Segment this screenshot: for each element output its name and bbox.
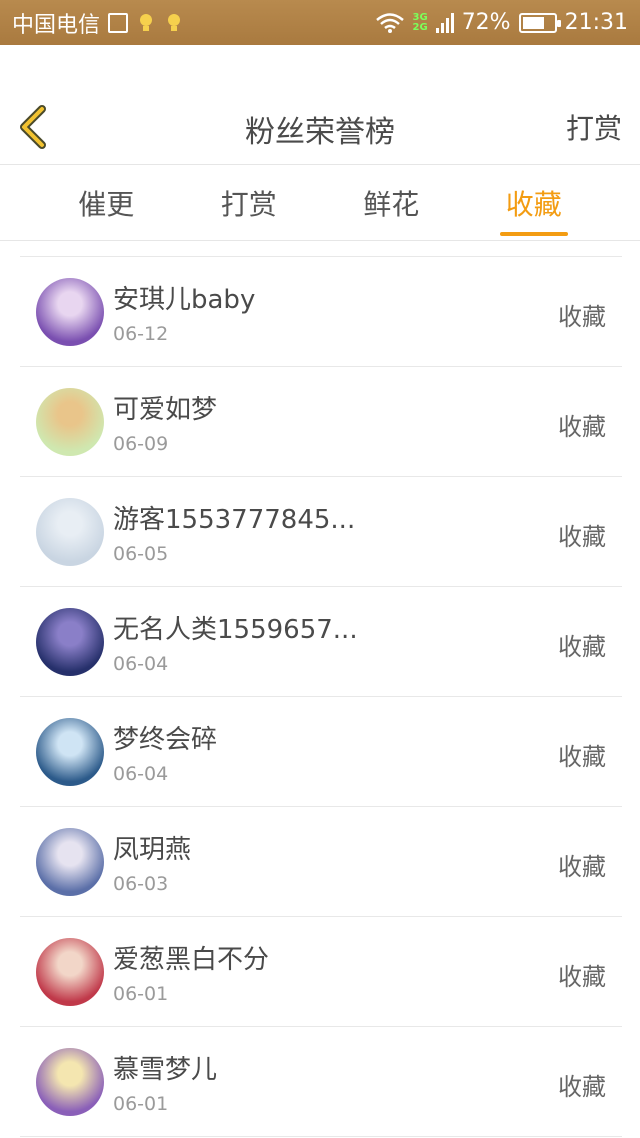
user-name: 梦终会碎 [113, 725, 218, 755]
tab-urge[interactable]: 催更 [72, 166, 140, 241]
user-name: 可爱如梦 [113, 395, 218, 425]
list-item[interactable]: 无名人类1559657... 06-04 收藏 [20, 587, 622, 697]
list-item[interactable]: 安琪儿baby 06-12 收藏 [20, 257, 622, 367]
header: 粉丝荣誉榜 打赏 [0, 45, 640, 165]
avatar [36, 278, 104, 346]
user-name: 凤玥燕 [113, 835, 192, 865]
page-title: 粉丝荣誉榜 [245, 115, 395, 150]
bulb-notification-icon [164, 12, 184, 34]
item-date: 06-05 [113, 543, 169, 565]
bulb-notification-icon [136, 12, 156, 34]
item-action-label: 收藏 [558, 303, 606, 331]
item-date: 06-01 [113, 983, 169, 1005]
status-bar: 中国电信 3G 2G 72% 21:31 [0, 0, 640, 45]
back-button[interactable] [14, 103, 54, 151]
list-item[interactable]: 慕雪梦儿 06-01 收藏 [20, 1027, 622, 1137]
list-item[interactable]: 可爱如梦 06-09 收藏 [20, 367, 622, 477]
user-name: 慕雪梦儿 [113, 1055, 218, 1085]
battery-icon [518, 12, 561, 33]
list-item[interactable]: 爱葱黑白不分 06-01 收藏 [20, 917, 622, 1027]
list-item[interactable]: 凤玥燕 06-03 收藏 [20, 807, 622, 917]
avatar [36, 718, 104, 786]
net-3g-label: 3G [412, 11, 428, 23]
list-item[interactable]: 梦终会碎 06-04 收藏 [20, 697, 622, 807]
tab-bar: 催更 打赏 鲜花 收藏 [0, 166, 640, 241]
user-name: 爱葱黑白不分 [113, 945, 270, 975]
item-action-label: 收藏 [558, 413, 606, 441]
avatar [36, 938, 104, 1006]
item-action-label: 收藏 [558, 523, 606, 551]
item-action-label: 收藏 [558, 853, 606, 881]
battery-percent: 72% [461, 10, 511, 35]
item-date: 06-04 [113, 653, 169, 675]
item-date: 06-01 [113, 1093, 169, 1115]
tab-reward[interactable]: 打赏 [215, 166, 283, 241]
item-action-label: 收藏 [558, 963, 606, 991]
reward-button[interactable]: 打赏 [566, 107, 622, 147]
item-date: 06-04 [113, 763, 169, 785]
item-action-label: 收藏 [558, 743, 606, 771]
list-item[interactable]: 游客1553777845... 06-05 收藏 [20, 477, 622, 587]
wifi-icon [375, 12, 405, 34]
item-date: 06-03 [113, 873, 169, 895]
image-notification-icon [108, 12, 129, 33]
tab-favorites[interactable]: 收藏 [499, 166, 568, 241]
user-name: 游客1553777845... [113, 505, 356, 535]
user-name: 无名人类1559657... [113, 615, 358, 645]
avatar [36, 1048, 104, 1116]
item-date: 06-12 [113, 323, 169, 345]
chevron-left-icon [20, 105, 46, 149]
item-date: 06-09 [113, 433, 169, 455]
signal-icon [435, 12, 454, 34]
carrier-label: 中国电信 [12, 12, 101, 38]
tab-flowers[interactable]: 鲜花 [357, 166, 425, 241]
avatar [36, 828, 104, 896]
item-action-label: 收藏 [558, 633, 606, 661]
net-2g-label: 2G [412, 21, 428, 33]
network-type: 3G 2G [412, 11, 428, 33]
fan-list: 安琪儿baby 06-12 收藏 可爱如梦 06-09 收藏 游客1553777… [20, 256, 622, 1137]
avatar [36, 388, 104, 456]
avatar [36, 608, 104, 676]
clock: 21:31 [564, 10, 628, 35]
avatar [36, 498, 104, 566]
user-name: 安琪儿baby [113, 285, 256, 315]
item-action-label: 收藏 [558, 1073, 606, 1101]
